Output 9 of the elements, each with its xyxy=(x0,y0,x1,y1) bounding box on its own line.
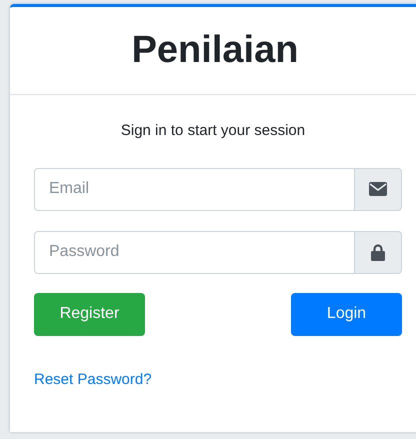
lock-icon xyxy=(371,244,385,260)
password-field[interactable]: Password xyxy=(34,230,355,274)
register-button[interactable]: Register xyxy=(34,292,145,336)
app-title: Penilaian xyxy=(132,28,300,73)
envelope-icon xyxy=(369,182,387,196)
login-button[interactable]: Login xyxy=(291,292,402,336)
reset-password-link[interactable]: Reset Password? xyxy=(34,368,152,391)
sign-in-message: Sign in to start your session xyxy=(120,121,306,141)
email-field[interactable]: Email xyxy=(34,168,355,210)
